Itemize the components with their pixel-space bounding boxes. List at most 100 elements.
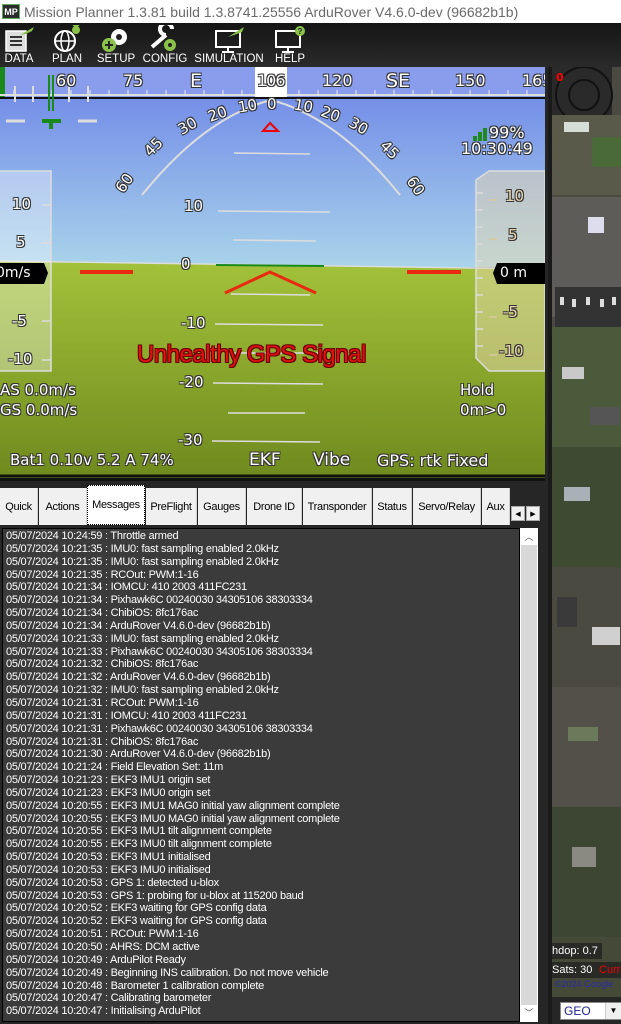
map-controls: GEO ▼ (548, 997, 621, 1024)
hud-artificial-horizon: 60 75 E 106 120 SE 150 165 60 45 30 20 1… (0, 67, 545, 478)
altitude-label-10: 10 (505, 187, 525, 205)
messages-panel: 05/07/2024 10:24:59 : Throttle armed 05/0… (0, 526, 545, 1024)
pitch-line-10-upper (233, 152, 311, 155)
speed-label-minus5: -5 (12, 312, 27, 330)
hdop-readout: hdop: 0.7 (552, 945, 598, 957)
menu-config-label: CONFIG (142, 53, 188, 65)
tab-aux[interactable]: Aux (482, 488, 510, 525)
altitude-label-minus5: -5 (503, 303, 518, 321)
message-row: 05/07/2024 10:21:23 : EKF3 IMU1 origin s… (6, 774, 211, 787)
message-row: 05/07/2024 10:24:59 : Throttle armed (6, 530, 179, 542)
tab-actions[interactable]: Actions (39, 488, 87, 525)
tab-gauges[interactable]: Gauges (198, 488, 246, 525)
message-row: 05/07/2024 10:21:24 : Field Elevation Se… (6, 761, 224, 774)
heading-label-se: SE (386, 70, 411, 92)
message-row: 05/07/2024 10:21:33 : IMU0: fast samplin… (6, 632, 279, 645)
altitude-readout: 0 m (500, 265, 527, 281)
sats-readout: Sats: 30 (552, 964, 593, 976)
speed-label-5: 5 (16, 233, 26, 251)
ekf-status[interactable]: EKF (249, 450, 281, 470)
heading-label-150: 150 (455, 71, 486, 90)
message-row: 05/07/2024 10:20:50 : AHRS: DCM active (6, 941, 200, 953)
messages-list[interactable]: 05/07/2024 10:24:59 : Throttle armed 05/0… (2, 528, 520, 1022)
menu-data-button[interactable]: DATA (2, 25, 36, 67)
menu-help-button[interactable]: ? HELP (272, 25, 308, 67)
message-row: 05/07/2024 10:21:34 : Pixhawk6C 00240030… (6, 594, 313, 607)
message-row: 05/07/2024 10:20:52 : EKF3 waiting for G… (6, 915, 267, 928)
message-row: 05/07/2024 10:20:55 : EKF3 IMU1 MAG0 ini… (6, 799, 340, 812)
scroll-up-icon[interactable]: ︿ (521, 529, 537, 545)
target-heading-line (215, 264, 325, 267)
heading-current: 106 (257, 71, 286, 90)
help-monitor-icon: ? (275, 26, 305, 53)
pitch-line-minus10 (214, 323, 324, 326)
message-row: 05/07/2024 10:21:35 : RCOut: PWM:1-16 (6, 568, 199, 581)
pitch-label-minus10: -10 (181, 314, 206, 332)
pitch-label-minus20: -20 (179, 373, 204, 391)
tab-servo-relay[interactable]: Servo/Relay (413, 488, 481, 525)
message-row: 05/07/2024 10:20:55 : EKF3 IMU0 tilt ali… (6, 838, 272, 851)
tab-status[interactable]: Status (373, 488, 412, 525)
message-row: 05/07/2024 10:20:51 : RCOut: PWM:1-16 (6, 928, 199, 941)
hud-ground (0, 261, 545, 478)
gps-warning-message: Unhealthy GPS Signal (137, 341, 366, 368)
pitch-line-minus30 (211, 440, 321, 443)
tab-scroll-left-icon[interactable]: ◀ (511, 506, 525, 521)
message-row: 05/07/2024 10:20:48 : Barometer 1 calibr… (6, 979, 265, 992)
svg-text:?: ? (298, 27, 303, 36)
pitch-line-minus5 (230, 293, 311, 296)
message-row: 05/07/2024 10:21:34 : ChibiOS: 8fc176ac (6, 607, 199, 620)
dropdown-arrow-icon[interactable]: ▼ (605, 1003, 621, 1019)
heading-label-120: 120 (322, 71, 353, 90)
waypoint-distance: 0m>0 (460, 401, 507, 419)
map-view[interactable]: 0 hdop: 0.7 Sats: 30 Curr ©2024 Google (548, 67, 621, 997)
battery-status: Bat1 0.10v 5.2 A 74% (10, 451, 174, 469)
tab-quick[interactable]: Quick (0, 488, 38, 525)
message-row: 05/07/2024 10:20:47 : Calibrating barome… (6, 992, 212, 1005)
tab-messages[interactable]: Messages (87, 485, 145, 525)
message-row: 05/07/2024 10:20:53 : EKF3 IMU1 initiali… (6, 851, 211, 864)
speed-label-minus10: -10 (8, 350, 33, 368)
message-row: 05/07/2024 10:21:35 : IMU0: fast samplin… (6, 555, 279, 568)
map-status-text: Curr (599, 964, 621, 976)
message-row: 05/07/2024 10:21:33 : Pixhawk6C 00240030… (6, 645, 313, 658)
pitch-line-10 (217, 210, 331, 213)
menu-plan-button[interactable]: PLAN (50, 25, 84, 67)
app-logo-icon: MP (2, 4, 20, 19)
tab-preflight[interactable]: PreFlight (146, 488, 197, 525)
window-title: Mission Planner 1.3.81 build 1.3.8741.25… (24, 3, 519, 20)
heading-label-75: 75 (123, 71, 144, 90)
map-layer-select[interactable]: GEO ▼ (560, 1002, 621, 1020)
vibe-status[interactable]: Vibe (313, 450, 350, 470)
menu-simulation-button[interactable]: SIMULATION (194, 25, 264, 67)
tab-transponder[interactable]: Transponder (303, 488, 372, 525)
satellite-map (552, 67, 621, 997)
main-menu-bar: DATA PLAN SETUP CONFIG SIMULATION ? HELP (0, 23, 621, 67)
tab-scroll-right-icon[interactable]: ▶ (526, 506, 540, 521)
heading-label-60: 60 (56, 71, 77, 90)
message-row: 05/07/2024 10:21:34 : ArduRover V4.6.0-d… (6, 619, 271, 632)
messages-scrollbar[interactable]: ︿ ﹀ (520, 528, 538, 1022)
menu-plan-label: PLAN (51, 53, 83, 65)
gps-status: GPS: rtk Fixed (377, 451, 489, 470)
message-row: 05/07/2024 10:20:47 : Initialising ArduP… (6, 1005, 201, 1018)
menu-setup-button[interactable]: SETUP (97, 25, 135, 67)
altitude-label-5: 5 (508, 226, 518, 244)
tab-drone-id[interactable]: Drone ID (247, 488, 302, 525)
message-row: 05/07/2024 10:20:49 : Beginning INS cali… (6, 966, 329, 979)
pitch-line-minus20 (212, 382, 324, 385)
map-copyright: ©2024 Google (555, 979, 614, 989)
menu-config-button[interactable]: CONFIG (142, 25, 188, 67)
message-row: 05/07/2024 10:21:30 : ArduRover V4.6.0-d… (6, 748, 271, 761)
flight-mode: Hold (460, 381, 495, 399)
setup-gear-icon (102, 29, 127, 52)
speed-label-10: 10 (12, 195, 32, 213)
compass-value: 0 (556, 71, 564, 84)
message-row: 05/07/2024 10:20:53 : EKF3 IMU0 initiali… (6, 863, 211, 876)
roll-label-0: 0 (267, 95, 277, 113)
scroll-down-icon[interactable]: ﹀ (521, 1005, 537, 1021)
message-row: 05/07/2024 10:20:52 : EKF3 waiting for G… (6, 902, 267, 915)
groundspeed-readout: GS 0.0m/s (0, 401, 78, 419)
heading-label-165: 165 (522, 71, 545, 90)
message-row: 05/07/2024 10:21:23 : EKF3 IMU0 origin s… (6, 786, 211, 799)
